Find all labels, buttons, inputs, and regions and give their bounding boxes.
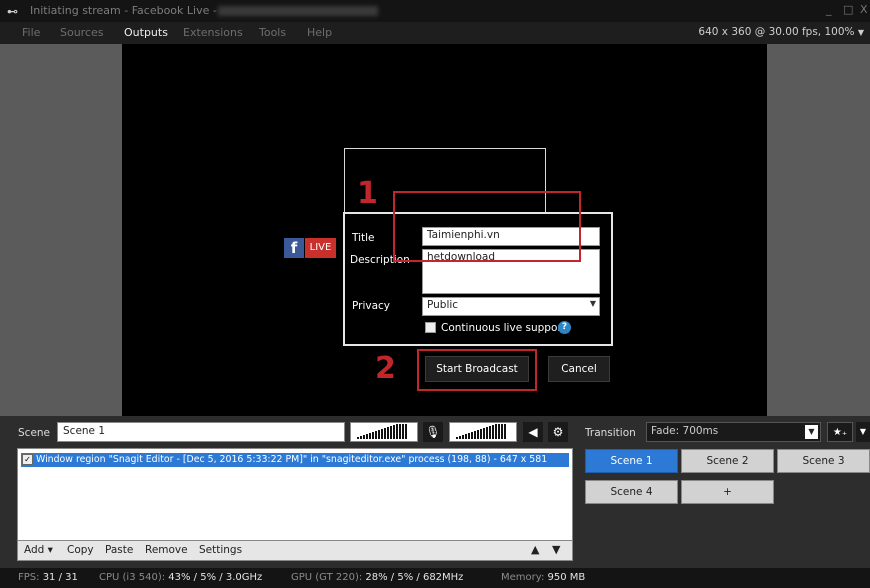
volume-bars-icon [357, 424, 407, 439]
add-source-button[interactable]: Add ▾ [24, 544, 53, 556]
add-scene-button[interactable]: ★₊ [827, 422, 853, 442]
fps-stat: FPS: 31 / 31 [18, 572, 78, 583]
privacy-label: Privacy [352, 300, 391, 312]
chevron-down-icon: ▼ [589, 299, 596, 308]
transition-value: Fade: 700ms [651, 425, 719, 437]
transition-select[interactable]: Fade: 700ms ▼ [646, 422, 821, 442]
volume-bars-icon [456, 424, 506, 439]
chevron-down-icon: ▼ [805, 425, 818, 439]
scene-button-1[interactable]: Scene 1 [585, 449, 678, 473]
resolution-text: 640 x 360 @ 30.00 fps, 100% [698, 26, 855, 38]
annotation-box-2 [417, 349, 537, 391]
resolution-readout[interactable]: 640 x 360 @ 30.00 fps, 100% ▼ [698, 26, 864, 38]
chevron-down-icon: ▼ [857, 28, 864, 37]
app-logo-icon: ⊷ [7, 5, 18, 18]
menu-sources[interactable]: Sources [60, 26, 104, 39]
remove-button[interactable]: Remove [145, 544, 188, 556]
scene-button-4[interactable]: Scene 4 [585, 480, 678, 504]
scene-button-2[interactable]: Scene 2 [681, 449, 774, 473]
facebook-live-badge: f LIVE [284, 238, 336, 258]
memory-value: 950 MB [547, 572, 586, 583]
scene-select[interactable]: Scene 1 [57, 422, 345, 442]
status-bar: FPS: 31 / 31 CPU (i3 540): 43% / 5% / 3.… [0, 568, 870, 588]
continuous-live-label: Continuous live support [441, 322, 566, 334]
cpu-stat: CPU (i3 540): 43% / 5% / 3.0GHz [99, 572, 262, 583]
window-title: Initiating stream - Facebook Live - [30, 4, 217, 17]
add-scene-plus-button[interactable]: + [681, 480, 774, 504]
annotation-box-1 [393, 191, 581, 262]
menu-help[interactable]: Help [307, 26, 332, 39]
sources-list: ✓ Window region "Snagit Editor - [Dec 5, … [17, 448, 573, 541]
microphone-icon[interactable]: 🎙 [423, 422, 443, 442]
annotation-step-2: 2 [375, 351, 396, 386]
gear-icon[interactable]: ⚙ [548, 422, 568, 442]
menu-bar: File Sources Outputs Extensions Tools He… [0, 22, 870, 44]
list-item[interactable]: ✓ Window region "Snagit Editor - [Dec 5, … [21, 453, 569, 467]
privacy-value: Public [427, 299, 459, 311]
source-visible-checkbox[interactable]: ✓ [22, 454, 33, 465]
move-up-icon[interactable]: ▲ [531, 543, 539, 556]
desktop-volume-meter[interactable] [350, 422, 418, 442]
cpu-label: CPU (i3 540): [99, 572, 166, 583]
transition-label: Transition [585, 427, 636, 439]
source-name: Window region "Snagit Editor - [Dec 5, 2… [36, 454, 548, 465]
fps-label: FPS: [18, 572, 40, 583]
maximize-button[interactable]: □ [843, 3, 853, 16]
chevron-down-icon[interactable]: ▼ [856, 422, 870, 442]
mic-volume-meter[interactable] [449, 422, 517, 442]
privacy-select[interactable]: Public ▼ [422, 297, 600, 316]
live-label: LIVE [305, 238, 336, 258]
memory-stat: Memory: 950 MB [501, 572, 585, 583]
cpu-value: 43% / 5% / 3.0GHz [168, 572, 263, 583]
menu-file[interactable]: File [22, 26, 40, 39]
title-label: Title [352, 232, 375, 244]
help-icon[interactable]: ? [558, 321, 571, 334]
facebook-icon: f [284, 238, 304, 258]
settings-button[interactable]: Settings [199, 544, 242, 556]
move-down-icon[interactable]: ▼ [552, 543, 560, 556]
close-button[interactable]: X [860, 3, 868, 16]
continuous-live-checkbox[interactable] [425, 322, 436, 333]
redacted-title [218, 6, 378, 16]
scene-button-3[interactable]: Scene 3 [777, 449, 870, 473]
gpu-label: GPU (GT 220): [291, 572, 363, 583]
menu-extensions[interactable]: Extensions [183, 26, 243, 39]
menu-outputs[interactable]: Outputs [124, 26, 168, 39]
memory-label: Memory: [501, 572, 545, 583]
copy-button[interactable]: Copy [67, 544, 94, 556]
menu-tools[interactable]: Tools [259, 26, 286, 39]
speaker-icon[interactable]: ◀ [523, 422, 543, 442]
gpu-stat: GPU (GT 220): 28% / 5% / 682MHz [291, 572, 463, 583]
gpu-value: 28% / 5% / 682MHz [365, 572, 464, 583]
annotation-step-1: 1 [357, 176, 378, 211]
fps-value: 31 / 31 [42, 572, 78, 583]
minimize-button[interactable]: _ [826, 3, 832, 16]
sources-toolbar: Add ▾ Copy Paste Remove Settings ▲ ▼ [17, 541, 573, 561]
cancel-button[interactable]: Cancel [548, 356, 610, 382]
scene-label: Scene [18, 427, 51, 439]
title-bar: ⊷ Initiating stream - Facebook Live - _ … [0, 0, 870, 22]
paste-button[interactable]: Paste [105, 544, 133, 556]
